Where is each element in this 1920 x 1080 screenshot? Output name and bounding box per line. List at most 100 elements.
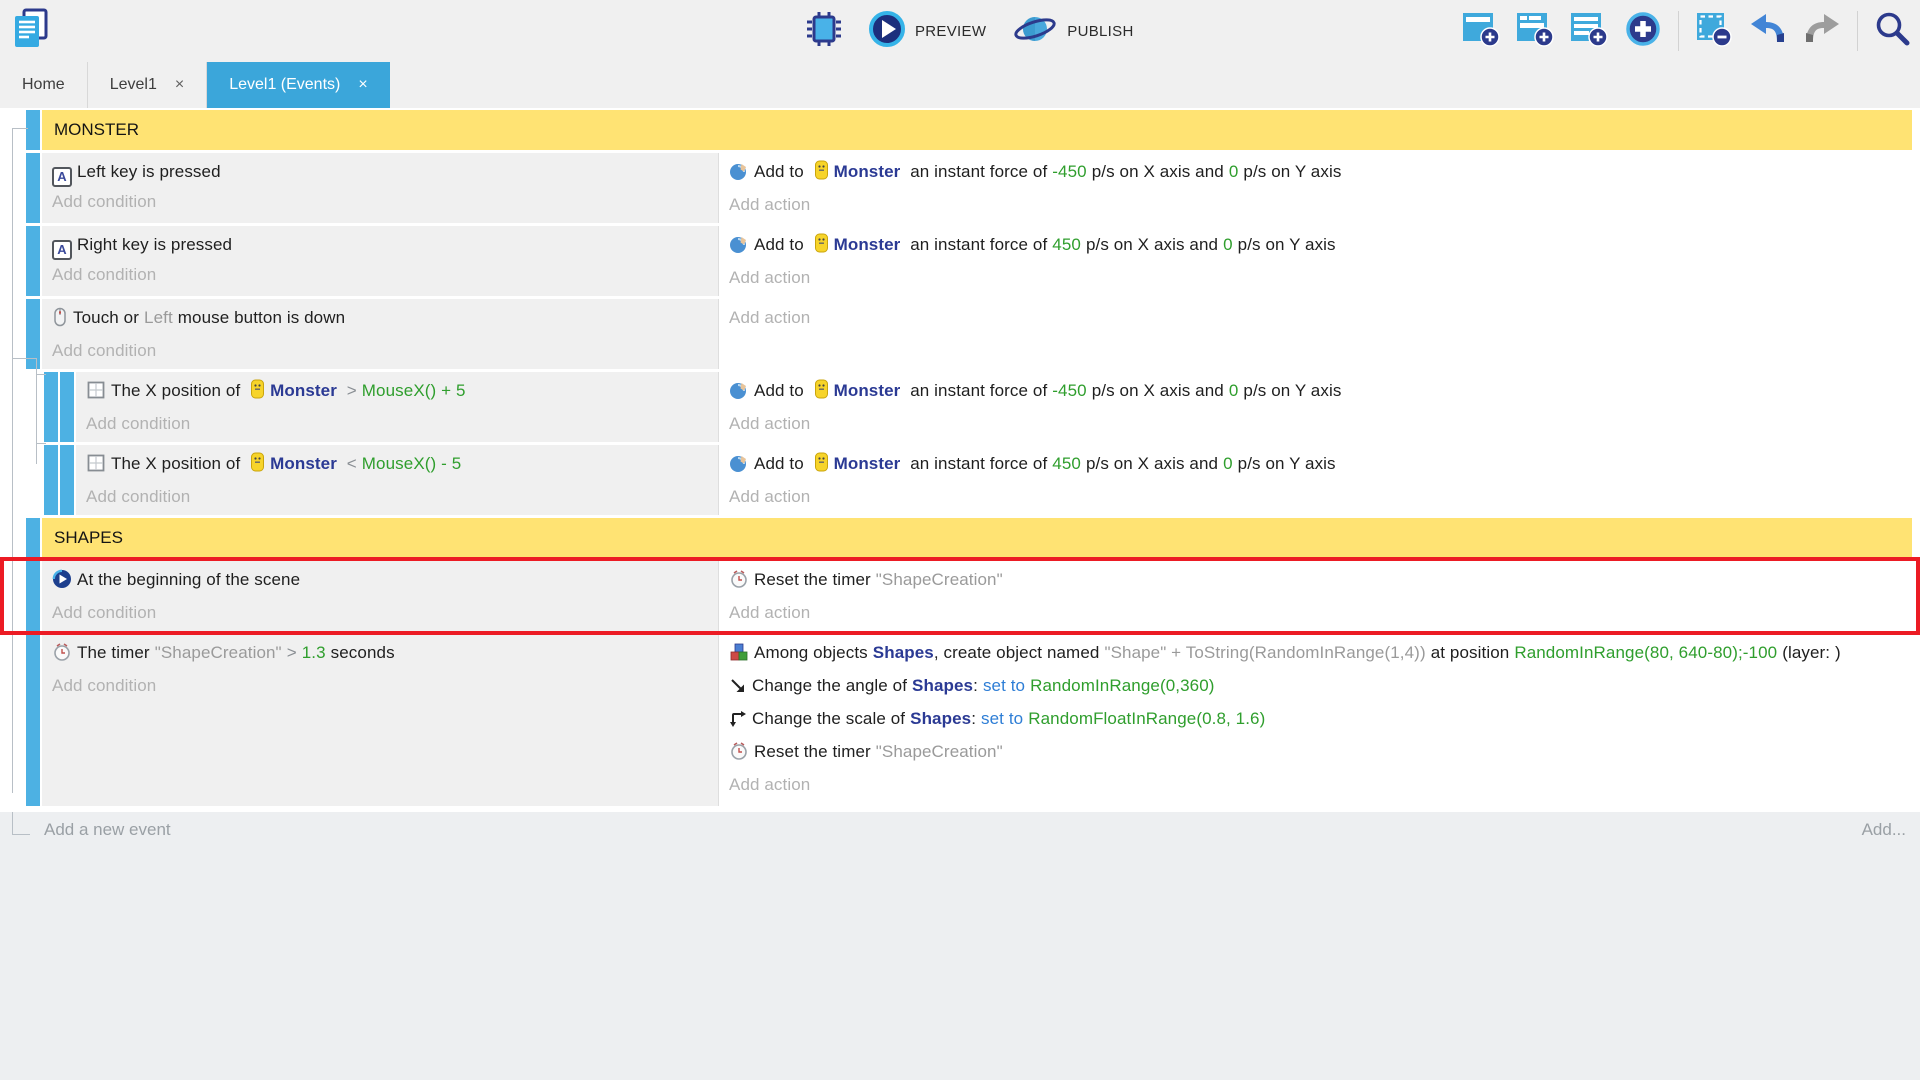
add-comment-icon[interactable]: [1570, 11, 1608, 52]
add-condition-link[interactable]: Add condition: [52, 260, 710, 289]
preview-play-icon: [868, 10, 906, 53]
keyboard-icon: A: [52, 167, 72, 187]
delete-selection-icon[interactable]: [1695, 11, 1733, 52]
event-selection-strip[interactable]: [26, 226, 40, 296]
actions-cell[interactable]: Add to Monster an instant force of-450p/…: [718, 153, 1912, 223]
toolbar-separator: [1678, 11, 1679, 51]
conditions-cell[interactable]: Touch orLeftmouse button is down Add con…: [42, 299, 718, 369]
conditions-cell[interactable]: ALeft key is pressed Add condition: [42, 153, 718, 223]
add-action-link[interactable]: Add action: [729, 770, 1904, 799]
conditions-cell[interactable]: A Right key is pressed Add condition: [42, 226, 718, 296]
add-event-icon[interactable]: [1462, 11, 1500, 52]
actions-cell[interactable]: Add to Monster an instant force of450p/s…: [718, 445, 1912, 515]
add-subevent-icon[interactable]: [1516, 11, 1554, 52]
mouse-icon: [52, 307, 68, 336]
position-icon: [86, 453, 106, 482]
add-action-link[interactable]: Add action: [729, 409, 1904, 438]
event-row-shape-timer: The timer"ShapeCreation">1.3seconds Add …: [0, 634, 1912, 806]
add-condition-link[interactable]: Add condition: [52, 598, 710, 627]
tree-line: [12, 358, 36, 359]
monster-object-icon: [814, 452, 829, 481]
add-other-icon[interactable]: [1624, 10, 1662, 53]
monster-object-icon: [814, 379, 829, 408]
close-icon[interactable]: ×: [175, 76, 184, 94]
monster-object-icon: [814, 160, 829, 189]
timer-icon: [52, 642, 72, 671]
add-condition-link[interactable]: Add condition: [52, 336, 710, 365]
event-selection-strip[interactable]: [44, 445, 58, 515]
tab-level1[interactable]: Level1 ×: [88, 62, 208, 108]
event-selection-strip[interactable]: [26, 561, 40, 631]
monster-object-icon: [250, 379, 265, 408]
search-icon[interactable]: [1874, 11, 1912, 52]
event-row-left-key: ALeft key is pressed Add condition Add t…: [0, 153, 1912, 223]
subevent-row-x-greater: The X position of Monster >MouseX() + 5 …: [0, 372, 1912, 442]
tab-bar: Home Level1 × Level1 (Events) ×: [0, 62, 1920, 108]
add-action-link[interactable]: Add action: [729, 303, 1904, 332]
tree-line: [12, 128, 28, 129]
add-condition-link[interactable]: Add condition: [52, 187, 710, 216]
toolbar-separator: [1857, 11, 1858, 51]
add-action-link[interactable]: Add action: [729, 190, 1904, 219]
events-sheet: MONSTER ALeft key is pressed Add conditi…: [0, 108, 1920, 812]
add-condition-link[interactable]: Add condition: [86, 409, 710, 438]
add-more-link[interactable]: Add...: [1862, 820, 1906, 840]
force-icon: [729, 161, 749, 190]
event-row-right-key: A Right key is pressed Add condition Add …: [0, 226, 1912, 296]
close-icon[interactable]: ×: [358, 76, 367, 94]
preview-button[interactable]: PREVIEW: [868, 10, 986, 53]
conditions-cell[interactable]: The X position of Monster <MouseX() - 5 …: [76, 445, 718, 515]
keyboard-icon: A: [52, 240, 72, 260]
timer-icon: [729, 569, 749, 598]
add-action-link[interactable]: Add action: [729, 598, 1904, 627]
event-selection-strip[interactable]: [26, 518, 40, 558]
undo-icon[interactable]: [1749, 11, 1787, 52]
position-icon: [86, 380, 106, 409]
publish-label: PUBLISH: [1067, 23, 1133, 40]
app-menu-icon[interactable]: [12, 8, 50, 55]
event-selection-strip[interactable]: [60, 372, 74, 442]
actions-cell[interactable]: Add to Monster an instant force of450p/s…: [718, 226, 1912, 296]
event-selection-strip[interactable]: [60, 445, 74, 515]
group-title[interactable]: MONSTER: [42, 110, 1912, 150]
condition-text: Right key is pressed: [77, 235, 232, 254]
tab-label: Level1 (Events): [229, 76, 340, 94]
event-selection-strip[interactable]: [26, 634, 40, 806]
event-selection-strip[interactable]: [26, 110, 40, 150]
subevent-row-x-less: The X position of Monster <MouseX() - 5 …: [0, 445, 1912, 515]
tree-line: [12, 812, 13, 834]
actions-cell[interactable]: Add action: [718, 299, 1912, 369]
tree-line: [12, 128, 13, 793]
conditions-cell[interactable]: The timer"ShapeCreation">1.3seconds Add …: [42, 634, 718, 806]
main-toolbar: PREVIEW PUBLISH: [0, 0, 1920, 62]
publish-button[interactable]: PUBLISH: [1012, 9, 1133, 54]
force-icon: [729, 234, 749, 263]
event-selection-strip[interactable]: [26, 153, 40, 223]
tab-label: Level1: [110, 76, 157, 94]
add-new-event-link[interactable]: Add a new event: [44, 820, 171, 840]
group-title[interactable]: SHAPES: [42, 518, 1912, 558]
conditions-cell[interactable]: The X position of Monster >MouseX() + 5 …: [76, 372, 718, 442]
tree-line: [12, 834, 30, 835]
add-action-link[interactable]: Add action: [729, 482, 1904, 511]
debugger-button[interactable]: [806, 10, 842, 53]
actions-cell[interactable]: Reset the timer"ShapeCreation" Add actio…: [718, 561, 1912, 631]
redo-icon[interactable]: [1803, 11, 1841, 52]
tab-home[interactable]: Home: [0, 62, 88, 108]
add-condition-link[interactable]: Add condition: [52, 671, 710, 700]
force-icon: [729, 453, 749, 482]
event-row-touch: Touch orLeftmouse button is down Add con…: [0, 299, 1912, 369]
actions-cell[interactable]: Among objectsShapes, create object named…: [718, 634, 1912, 806]
event-selection-strip[interactable]: [44, 372, 58, 442]
tab-level1-events[interactable]: Level1 (Events) ×: [207, 62, 390, 108]
preview-label: PREVIEW: [915, 23, 986, 40]
tree-line: [36, 374, 46, 375]
add-action-link[interactable]: Add action: [729, 263, 1904, 292]
actions-cell[interactable]: Add to Monster an instant force of-450p/…: [718, 372, 1912, 442]
group-header-shapes: SHAPES: [0, 518, 1912, 558]
add-condition-link[interactable]: Add condition: [86, 482, 710, 511]
event-row-scene-begin: At the beginning of the scene Add condit…: [0, 561, 1912, 631]
conditions-cell[interactable]: At the beginning of the scene Add condit…: [42, 561, 718, 631]
debugger-icon: [806, 10, 842, 53]
monster-object-icon: [814, 233, 829, 262]
